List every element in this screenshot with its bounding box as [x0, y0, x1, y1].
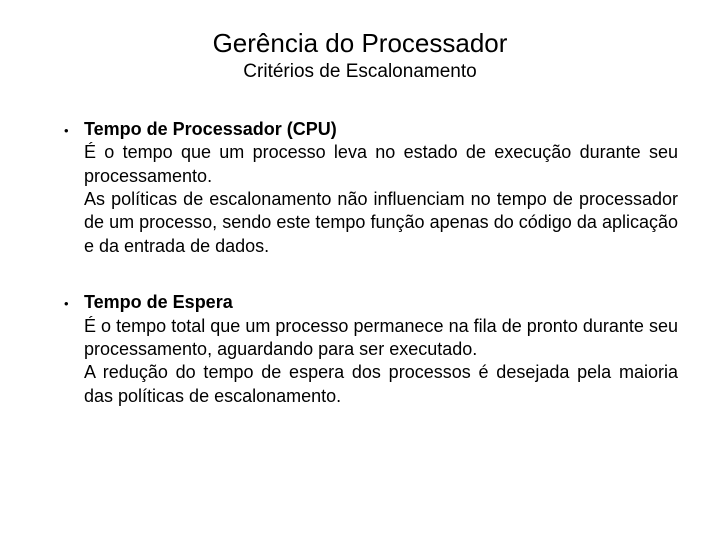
section-heading: Tempo de Espera — [84, 290, 233, 314]
section-cpu-time: • Tempo de Processador (CPU) É o tempo q… — [42, 117, 678, 258]
section-paragraph: As políticas de escalonamento não influe… — [64, 188, 678, 258]
section-wait-time: • Tempo de Espera É o tempo total que um… — [42, 290, 678, 408]
section-paragraph: É o tempo total que um processo permanec… — [64, 315, 678, 362]
page-title: Gerência do Processador — [42, 28, 678, 59]
bullet-row: • Tempo de Espera — [64, 290, 678, 314]
section-paragraph: É o tempo que um processo leva no estado… — [64, 141, 678, 188]
section-paragraph: A redução do tempo de espera dos process… — [64, 361, 678, 408]
bullet-icon: • — [64, 295, 72, 313]
section-heading: Tempo de Processador (CPU) — [84, 117, 337, 141]
page-subtitle: Critérios de Escalonamento — [42, 61, 678, 83]
bullet-icon: • — [64, 122, 72, 140]
bullet-row: • Tempo de Processador (CPU) — [64, 117, 678, 141]
